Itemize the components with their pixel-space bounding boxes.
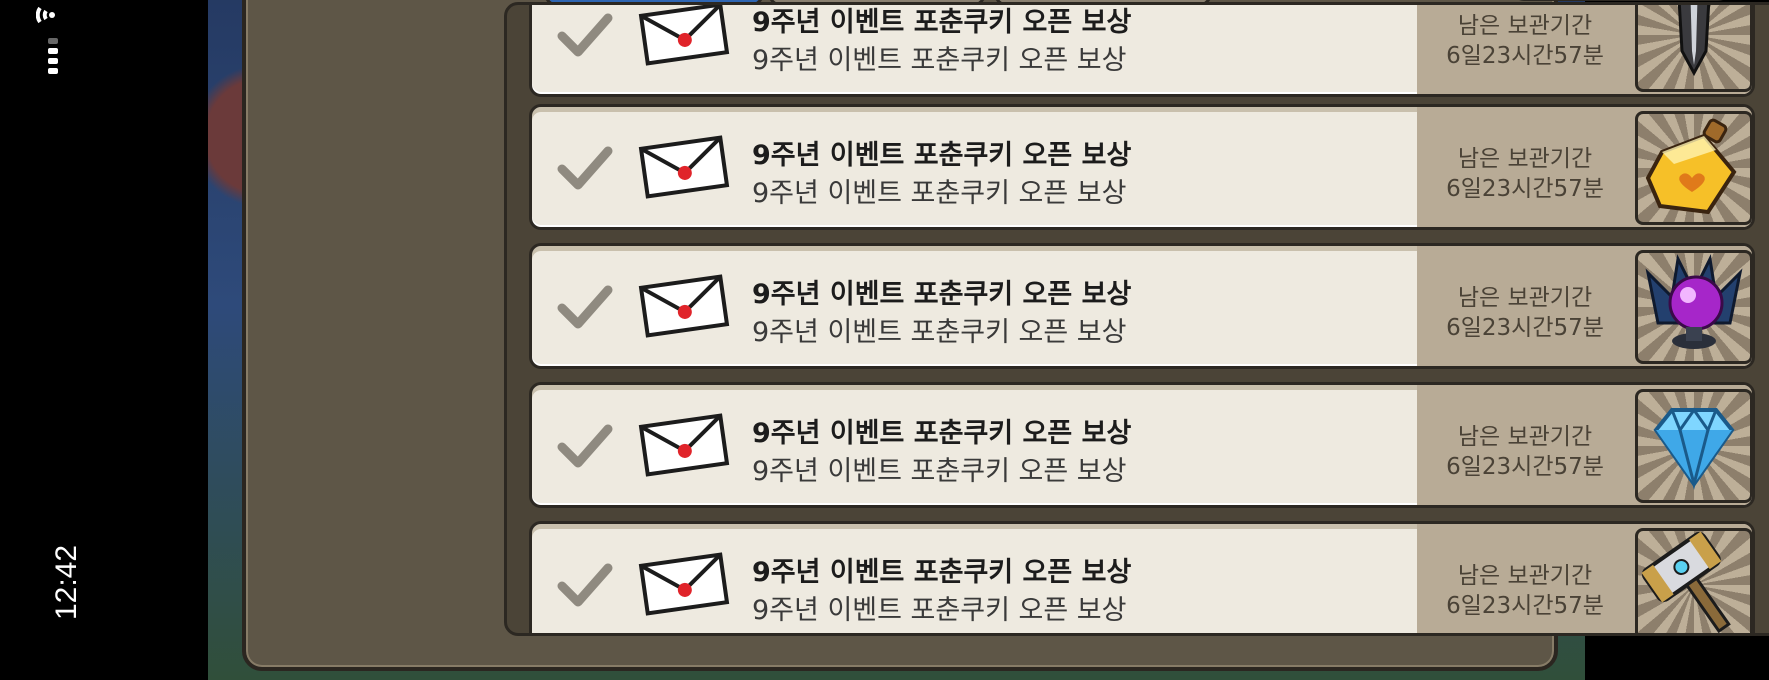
mailbox-popup: 9주년 이벤트 포춘쿠키 오픈 보상 9주년 이벤트 포춘쿠키 오픈 보상 남은… [242, 0, 1769, 671]
envelope-icon [638, 5, 730, 66]
mail-description: 9주년 이벤트 포춘쿠키 오픈 보상 [752, 456, 1127, 487]
receive-all-button[interactable] [1512, 0, 1730, 1]
mail-row[interactable]: 9주년 이벤트 포춘쿠키 오픈 보상 9주년 이벤트 포춘쿠키 오픈 보상 남은… [529, 104, 1755, 230]
mail-row[interactable]: 9주년 이벤트 포춘쿠키 오픈 보상 9주년 이벤트 포춘쿠키 오픈 보상 남은… [529, 243, 1755, 369]
expire-label: 남은 보관기간 [1457, 563, 1593, 589]
mail-title: 9주년 이벤트 포춘쿠키 오픈 보상 [752, 418, 1132, 449]
mail-title: 9주년 이벤트 포춘쿠키 오픈 보상 [752, 7, 1132, 38]
hammer-icon [1641, 531, 1731, 633]
envelope-icon [638, 274, 730, 338]
clock: 12:42 [50, 544, 83, 620]
diamond-icon [1653, 407, 1735, 490]
expire-value: 6일23시간57분 [1446, 176, 1604, 202]
expire-label: 남은 보관기간 [1457, 424, 1593, 450]
expire-value: 6일23시간57분 [1446, 454, 1604, 480]
mail-title: 9주년 이벤트 포춘쿠키 오픈 보상 [752, 279, 1132, 310]
expire-value: 6일23시간57분 [1446, 315, 1604, 341]
status-bar: 12:42 [0, 0, 100, 680]
check-icon[interactable] [556, 560, 614, 610]
wifi-icon [36, 6, 55, 24]
reward-item[interactable] [1635, 528, 1752, 633]
expire-value: 6일23시간57분 [1446, 593, 1604, 619]
expire-label: 남은 보관기간 [1457, 285, 1593, 311]
envelope-icon [638, 552, 730, 616]
mail-description: 9주년 이벤트 포춘쿠키 오픈 보상 [752, 595, 1127, 626]
check-icon[interactable] [556, 143, 614, 193]
expire-label: 남은 보관기간 [1457, 146, 1593, 172]
potion-icon [1645, 118, 1737, 215]
reward-item[interactable] [1635, 5, 1752, 92]
dagger-icon [1677, 5, 1711, 77]
crystal-orb-icon [1645, 254, 1743, 349]
reward-item[interactable] [1635, 250, 1752, 364]
mail-row[interactable]: 9주년 이벤트 포춘쿠키 오픈 보상 9주년 이벤트 포춘쿠키 오픈 보상 남은… [529, 521, 1755, 633]
mail-title: 9주년 이벤트 포춘쿠키 오픈 보상 [752, 557, 1132, 588]
check-icon[interactable] [556, 282, 614, 332]
mail-description: 9주년 이벤트 포춘쿠키 오픈 보상 [752, 45, 1127, 76]
envelope-icon [638, 413, 730, 477]
envelope-icon [638, 135, 730, 199]
expire-value: 6일23시간57분 [1446, 43, 1604, 69]
signal-icon [48, 38, 58, 74]
expire-label: 남은 보관기간 [1457, 13, 1593, 39]
mail-row[interactable]: 9주년 이벤트 포춘쿠키 오픈 보상 9주년 이벤트 포춘쿠키 오픈 보상 남은… [529, 5, 1755, 97]
check-icon[interactable] [556, 10, 614, 60]
reward-item[interactable] [1635, 111, 1752, 225]
mail-list[interactable]: 9주년 이벤트 포춘쿠키 오픈 보상 9주년 이벤트 포춘쿠키 오픈 보상 남은… [504, 2, 1769, 636]
mail-row[interactable]: 9주년 이벤트 포춘쿠키 오픈 보상 9주년 이벤트 포춘쿠키 오픈 보상 남은… [529, 382, 1755, 508]
mail-description: 9주년 이벤트 포춘쿠키 오픈 보상 [752, 317, 1127, 348]
mail-description: 9주년 이벤트 포춘쿠키 오픈 보상 [752, 178, 1127, 209]
mail-title: 9주년 이벤트 포춘쿠키 오픈 보상 [752, 140, 1132, 171]
check-icon[interactable] [556, 421, 614, 471]
reward-item[interactable] [1635, 389, 1752, 503]
